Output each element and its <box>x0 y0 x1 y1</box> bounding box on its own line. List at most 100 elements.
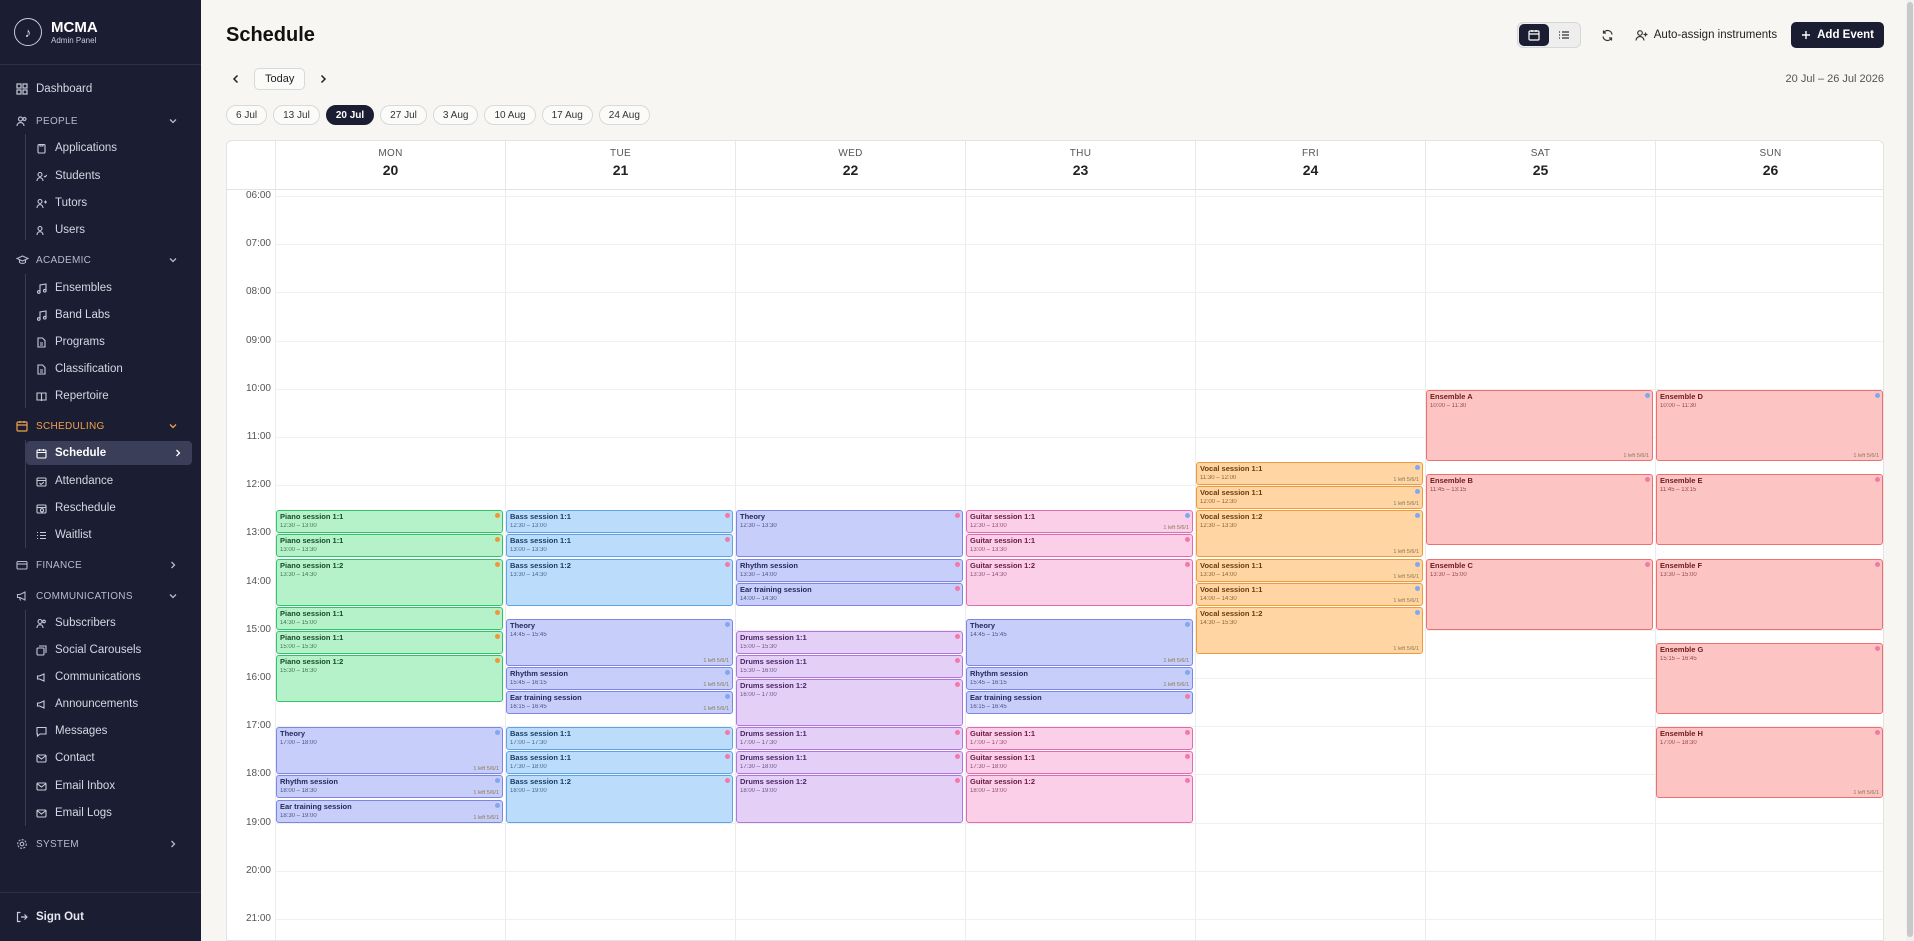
nav-ensembles[interactable]: Ensembles <box>34 277 190 299</box>
calendar-event[interactable]: Guitar session 1:1 17:00 – 17:30 <box>966 727 1193 751</box>
nav-social-carousels[interactable]: Social Carousels <box>34 639 190 661</box>
week-pill[interactable]: 10 Aug <box>484 105 536 125</box>
calendar-event[interactable]: Drums session 1:2 18:00 – 19:00 <box>736 775 963 823</box>
calendar-event[interactable]: Vocal session 1:1 14:00 – 14:30 1 left 5/6… <box>1196 582 1423 606</box>
day-header[interactable]: TUE 21 <box>505 141 735 189</box>
day-header[interactable]: THU 23 <box>965 141 1195 189</box>
calendar-event[interactable]: Drums session 1:2 16:00 – 17:00 <box>736 679 963 727</box>
calendar-event[interactable]: Bass session 1:1 17:30 – 18:00 <box>506 751 733 775</box>
previous-week-button[interactable] <box>226 69 246 89</box>
calendar-event[interactable]: Drums session 1:1 15:30 – 16:00 <box>736 654 963 678</box>
section-scheduling[interactable]: SCHEDULING <box>15 415 187 437</box>
calendar-event[interactable]: Guitar session 1:1 12:30 – 13:00 1 left 5/… <box>966 510 1193 534</box>
refresh-button[interactable] <box>1595 22 1621 48</box>
calendar-event[interactable]: Ensemble E 11:45 – 13:15 <box>1656 474 1883 546</box>
calendar-event[interactable]: Theory 12:30 – 13:30 <box>736 510 963 558</box>
week-pill[interactable]: 24 Aug <box>598 105 650 125</box>
sign-out-button[interactable]: Sign Out <box>15 906 187 928</box>
calendar-event[interactable]: Drums session 1:1 17:30 – 18:00 <box>736 751 963 775</box>
calendar-event[interactable]: Bass session 1:2 18:00 – 19:00 <box>506 775 733 823</box>
calendar-event[interactable]: Vocal session 1:2 14:30 – 15:30 1 left 5/6… <box>1196 606 1423 654</box>
calendar-event[interactable]: Ear training session 16:15 – 16:45 <box>966 691 1193 715</box>
section-system[interactable]: SYSTEM <box>15 833 187 855</box>
nav-email-logs[interactable]: Email Logs <box>34 802 190 824</box>
calendar-event[interactable]: Vocal session 1:1 12:00 – 12:30 1 left 5/6… <box>1196 486 1423 510</box>
calendar-event[interactable]: Guitar session 1:1 17:30 – 18:00 <box>966 751 1193 775</box>
calendar-event[interactable]: Guitar session 1:1 13:00 – 13:30 <box>966 534 1193 558</box>
calendar-event[interactable]: Guitar session 1:2 13:30 – 14:30 <box>966 558 1193 606</box>
week-pill[interactable]: 13 Jul <box>273 105 320 125</box>
nav-announcements[interactable]: Announcements <box>34 693 190 715</box>
calendar-event[interactable]: Rhythm session 18:00 – 18:30 1 left 5/6/1 <box>276 775 503 799</box>
brand[interactable]: ♪ MCMA Admin Panel <box>14 16 98 48</box>
calendar-event[interactable]: Theory 14:45 – 15:45 1 left 5/6/1 <box>966 618 1193 666</box>
calendar-event[interactable]: Ensemble D 10:00 – 11:30 1 left 5/6/1 <box>1656 389 1883 462</box>
nav-contact[interactable]: Contact <box>34 747 190 769</box>
calendar-event[interactable]: Ear training session 14:00 – 14:30 <box>736 582 963 606</box>
calendar-event[interactable]: Bass session 1:1 13:00 – 13:30 <box>506 534 733 558</box>
nav-classification[interactable]: Classification <box>34 358 190 380</box>
week-pill[interactable]: 20 Jul <box>325 105 375 125</box>
calendar-event[interactable]: Ear training session 18:30 – 19:00 1 left … <box>276 799 503 823</box>
calendar-event[interactable]: Piano session 1:1 13:00 – 13:30 <box>276 534 503 558</box>
week-pill[interactable]: 17 Aug <box>541 105 593 125</box>
nav-repertoire[interactable]: Repertoire <box>34 385 190 407</box>
day-header[interactable]: SAT 25 <box>1425 141 1655 189</box>
add-event-button[interactable]: Add Event <box>1791 22 1884 48</box>
nav-students[interactable]: Students <box>34 165 190 187</box>
week-pill[interactable]: 6 Jul <box>226 105 268 125</box>
calendar-event[interactable]: Vocal session 1:2 12:30 – 13:30 1 left 5/6… <box>1196 510 1423 558</box>
day-header[interactable]: MON 20 <box>275 141 505 189</box>
calendar-event[interactable]: Theory 14:45 – 15:45 1 left 5/6/1 <box>506 618 733 666</box>
nav-programs[interactable]: Programs <box>34 331 190 353</box>
next-week-button[interactable] <box>313 69 333 89</box>
nav-messages[interactable]: Messages <box>34 720 190 742</box>
calendar-event[interactable]: Rhythm session 15:45 – 16:15 1 left 5/6/1 <box>506 666 733 691</box>
week-pill[interactable]: 27 Jul <box>380 105 427 125</box>
nav-attendance[interactable]: Attendance <box>34 470 190 492</box>
nav-reschedule[interactable]: Reschedule <box>34 497 190 519</box>
section-people[interactable]: PEOPLE <box>15 110 187 132</box>
nav-band-labs[interactable]: Band Labs <box>34 304 190 326</box>
calendar-event[interactable]: Guitar session 1:2 18:00 – 19:00 <box>966 775 1193 823</box>
calendar-event[interactable]: Piano session 1:1 12:30 – 13:00 <box>276 510 503 534</box>
nav-subscribers[interactable]: Subscribers <box>34 612 190 634</box>
calendar-event[interactable]: Drums session 1:1 15:00 – 15:30 <box>736 630 963 654</box>
page-scrollbar[interactable] <box>1906 0 1914 941</box>
auto-assign-button[interactable]: Auto-assign instruments <box>1635 29 1777 42</box>
week-pill[interactable]: 3 Aug <box>432 105 479 125</box>
day-header[interactable]: SUN 26 <box>1655 141 1883 189</box>
nav-email-inbox[interactable]: Email Inbox <box>34 775 190 797</box>
calendar-event[interactable]: Ensemble A 10:00 – 11:30 1 left 5/6/1 <box>1426 389 1653 462</box>
calendar-event[interactable]: Ensemble F 13:30 – 15:00 <box>1656 558 1883 630</box>
nav-schedule[interactable]: Schedule <box>26 441 192 465</box>
calendar-event[interactable]: Ensemble C 13:30 – 15:00 <box>1426 558 1653 630</box>
section-finance[interactable]: FINANCE <box>15 554 187 576</box>
calendar-event[interactable]: Drums session 1:1 17:00 – 17:30 <box>736 727 963 751</box>
calendar-event[interactable]: Theory 17:00 – 18:00 1 left 5/6/1 <box>276 727 503 775</box>
calendar-event[interactable]: Vocal session 1:1 11:30 – 12:00 1 left 5/6… <box>1196 462 1423 486</box>
calendar-event[interactable]: Ensemble H 17:00 – 18:30 1 left 5/6/1 <box>1656 727 1883 799</box>
nav-dashboard[interactable]: Dashboard <box>15 78 187 100</box>
calendar-event[interactable]: Ensemble G 15:15 – 16:45 <box>1656 642 1883 715</box>
calendar-event[interactable]: Rhythm session 13:30 – 14:00 <box>736 558 963 582</box>
calendar-event[interactable]: Piano session 1:2 15:30 – 16:30 <box>276 654 503 703</box>
calendar-event[interactable]: Ear training session 16:15 – 16:45 1 left … <box>506 691 733 715</box>
nav-tutors[interactable]: Tutors <box>34 192 190 214</box>
day-header[interactable]: WED 22 <box>735 141 965 189</box>
calendar-event[interactable]: Piano session 1:1 15:00 – 15:30 <box>276 630 503 654</box>
nav-communications[interactable]: Communications <box>34 666 190 688</box>
section-academic[interactable]: ACADEMIC <box>15 249 187 271</box>
calendar-view-button[interactable] <box>1518 24 1549 46</box>
calendar-event[interactable]: Bass session 1:1 17:00 – 17:30 <box>506 727 733 751</box>
day-header[interactable]: FRI 24 <box>1195 141 1425 189</box>
calendar-event[interactable]: Bass session 1:1 12:30 – 13:00 <box>506 510 733 534</box>
list-view-button[interactable] <box>1549 24 1579 46</box>
nav-applications[interactable]: Applications <box>34 137 190 159</box>
calendar-event[interactable]: Ensemble B 11:45 – 13:15 <box>1426 474 1653 546</box>
nav-users[interactable]: Users <box>34 219 190 241</box>
calendar-event[interactable]: Rhythm session 15:45 – 16:15 1 left 5/6/1 <box>966 666 1193 691</box>
calendar-event[interactable]: Piano session 1:2 13:30 – 14:30 <box>276 558 503 606</box>
calendar-event[interactable]: Bass session 1:2 13:30 – 14:30 <box>506 558 733 606</box>
today-button[interactable]: Today <box>254 68 306 90</box>
